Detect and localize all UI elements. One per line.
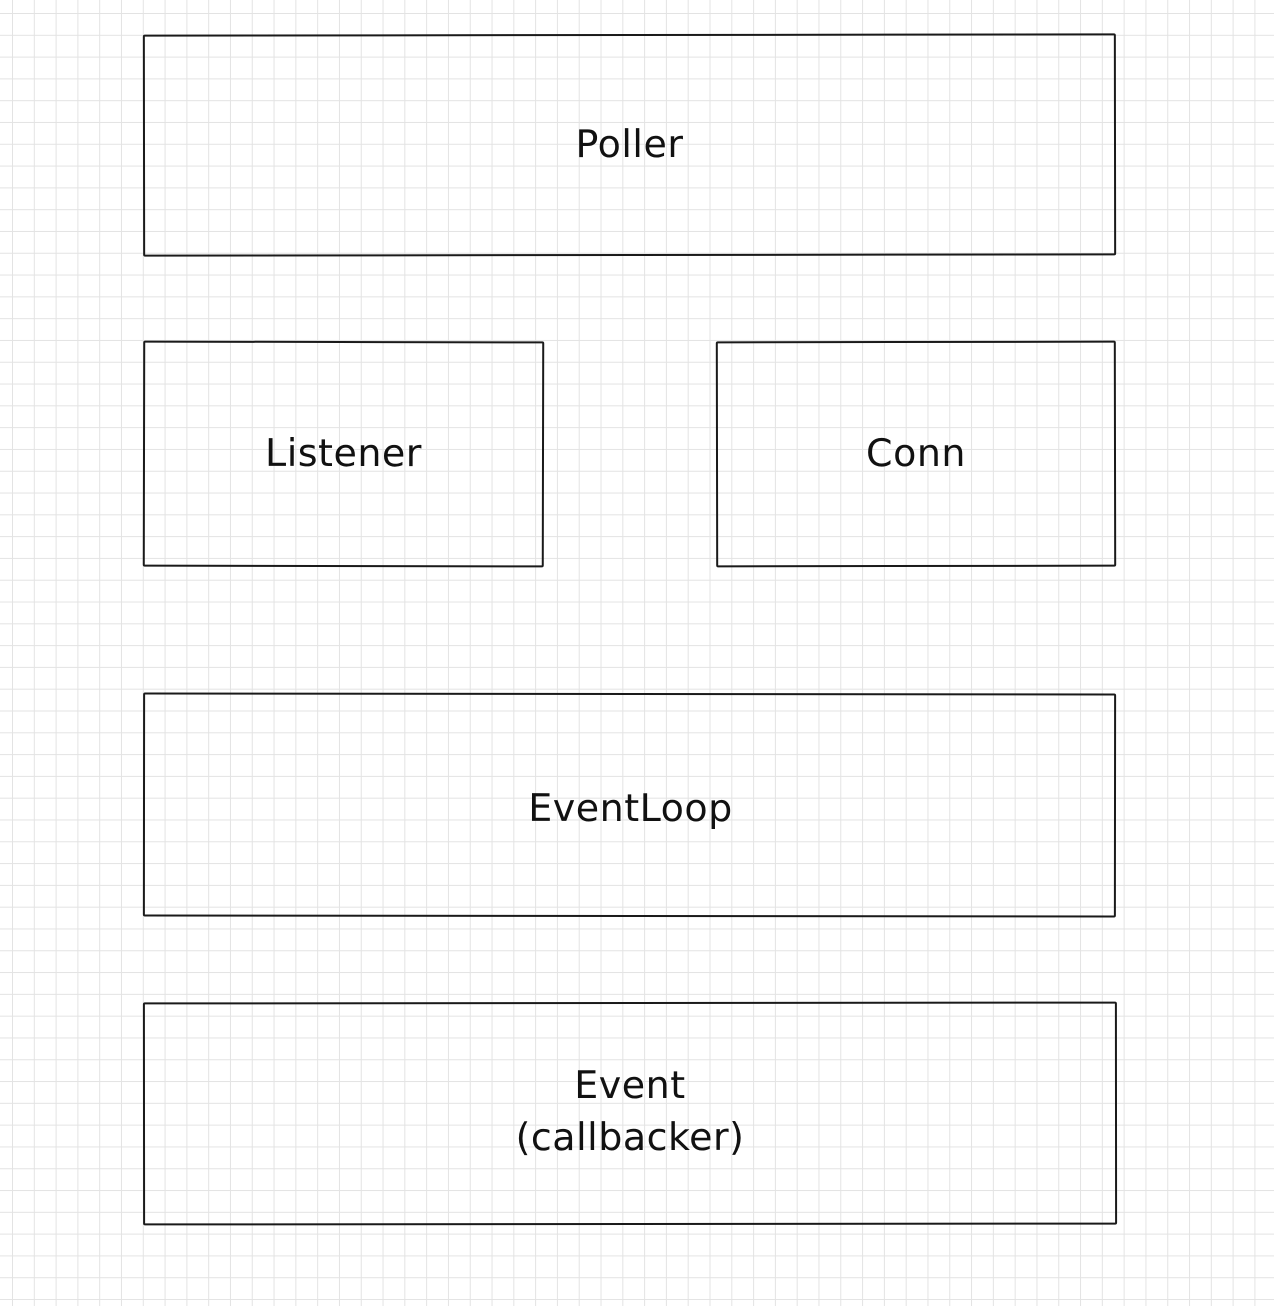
diagram-canvas: Poller Listener Conn EventLoop Event (ca… <box>0 0 1274 1306</box>
conn-block[interactable]: Conn <box>715 340 1117 568</box>
poller-block[interactable]: Poller <box>142 33 1117 257</box>
conn-label: Conn <box>865 431 967 476</box>
eventloop-label: EventLoop <box>528 786 733 831</box>
poller-label: Poller <box>575 122 684 167</box>
eventloop-block[interactable]: EventLoop <box>142 692 1117 918</box>
event-label: Event (callbacker) <box>516 1060 745 1163</box>
listener-block[interactable]: Listener <box>142 340 545 568</box>
listener-label: Listener <box>265 431 422 476</box>
event-label-line-2: (callbacker) <box>515 1114 745 1159</box>
event-block[interactable]: Event (callbacker) <box>142 1001 1118 1226</box>
event-label-line-1: Event <box>574 1063 686 1108</box>
